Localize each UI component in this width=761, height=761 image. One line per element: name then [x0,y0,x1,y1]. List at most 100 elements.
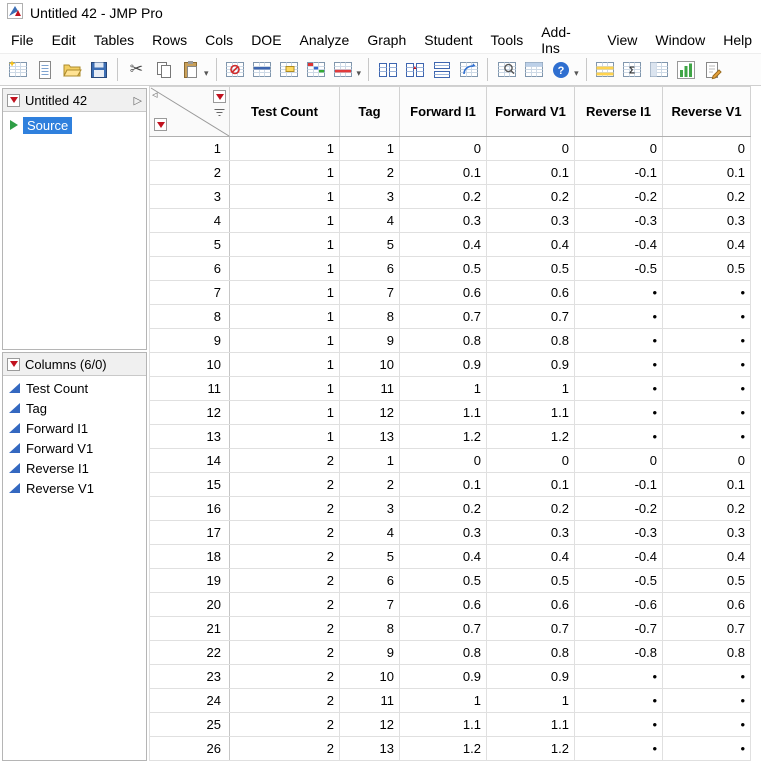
data-cell[interactable]: -0.7 [575,617,663,641]
data-cell[interactable]: 0 [400,449,487,473]
column-item[interactable]: Test Count [3,378,146,398]
menu-analyze[interactable]: Analyze [291,28,359,52]
data-cell[interactable]: • [575,353,663,377]
data-cell[interactable]: 9 [340,641,400,665]
row-number[interactable]: 15 [150,473,230,497]
data-cell[interactable]: 0.5 [663,569,751,593]
data-cell[interactable]: 0.2 [487,185,575,209]
help-icon[interactable]: ? [548,57,573,83]
data-cell[interactable]: • [575,377,663,401]
data-cell[interactable]: 0.9 [487,665,575,689]
data-cell[interactable]: -0.2 [575,497,663,521]
summary-table-icon[interactable]: Σ [620,57,645,83]
menu-rows[interactable]: Rows [143,28,196,52]
data-cell[interactable]: 0.1 [400,161,487,185]
data-cell[interactable]: 0.7 [400,305,487,329]
data-cell[interactable]: 1 [230,185,340,209]
data-cell[interactable]: 0.2 [487,497,575,521]
data-cell[interactable]: 1.1 [487,401,575,425]
data-cell[interactable]: 0.4 [400,545,487,569]
annotate-icon[interactable] [701,57,726,83]
data-cell[interactable]: • [663,281,751,305]
data-cell[interactable]: 1.2 [400,737,487,761]
data-cell[interactable]: 0.9 [400,353,487,377]
data-cell[interactable]: 0.1 [663,161,751,185]
data-cell[interactable]: 0 [487,137,575,161]
data-cell[interactable]: -0.5 [575,257,663,281]
transpose-table-icon[interactable] [456,57,481,83]
data-cell[interactable]: 1.1 [487,713,575,737]
table-menu-icon[interactable] [7,94,20,107]
row-number[interactable]: 8 [150,305,230,329]
data-cell[interactable]: 3 [340,185,400,209]
data-cell[interactable]: 0.2 [663,185,751,209]
menu-edit[interactable]: Edit [43,28,85,52]
row-number[interactable]: 13 [150,425,230,449]
menu-window[interactable]: Window [646,28,714,52]
data-cell[interactable]: 0 [663,449,751,473]
data-cell[interactable]: 0.5 [663,257,751,281]
row-number[interactable]: 20 [150,593,230,617]
column-item[interactable]: Forward I1 [3,418,146,438]
data-cell[interactable]: 0.6 [487,281,575,305]
row-number[interactable]: 23 [150,665,230,689]
data-cell[interactable]: • [575,737,663,761]
row-number[interactable]: 12 [150,401,230,425]
data-cell[interactable]: 1 [230,353,340,377]
run-script-icon[interactable] [10,120,18,130]
sort-filter-icon[interactable] [213,107,226,122]
data-cell[interactable]: 1.2 [487,737,575,761]
data-cell[interactable]: 0.7 [663,617,751,641]
data-cell[interactable]: 0.3 [663,521,751,545]
data-cell[interactable]: 10 [340,665,400,689]
data-cell[interactable]: 0.1 [663,473,751,497]
colorize-rows-icon[interactable] [304,57,329,83]
data-cell[interactable]: 0.9 [400,665,487,689]
toolbar-overflow-icon[interactable]: ▾ [357,68,362,79]
data-cell[interactable]: • [663,713,751,737]
data-cell[interactable]: • [663,329,751,353]
data-cell[interactable]: 5 [340,233,400,257]
data-cell[interactable]: 1 [230,137,340,161]
data-cell[interactable]: • [663,401,751,425]
column-header[interactable]: Tag [340,87,400,137]
data-cell[interactable]: 2 [230,737,340,761]
data-cell[interactable]: 0.7 [400,617,487,641]
data-cell[interactable]: 1 [230,233,340,257]
menu-view[interactable]: View [598,28,646,52]
data-cell[interactable]: 0.4 [663,233,751,257]
data-cell[interactable]: 2 [230,449,340,473]
data-cell[interactable]: -0.3 [575,521,663,545]
data-cell[interactable]: • [575,329,663,353]
data-cell[interactable]: 0.6 [400,593,487,617]
data-cell[interactable]: 2 [340,473,400,497]
data-cell[interactable]: -0.5 [575,569,663,593]
data-cell[interactable]: 0.4 [663,545,751,569]
data-cell[interactable]: 0.2 [400,497,487,521]
menu-tools[interactable]: Tools [482,28,533,52]
graph-builder-icon[interactable] [674,57,699,83]
data-cell[interactable]: • [575,305,663,329]
exclude-rows-icon[interactable] [223,57,248,83]
data-cell[interactable]: 0.1 [400,473,487,497]
row-number[interactable]: 18 [150,545,230,569]
data-cell[interactable]: • [663,689,751,713]
data-cell[interactable]: 0 [663,137,751,161]
data-cell[interactable]: 1.2 [400,425,487,449]
data-cell[interactable]: 0.5 [400,257,487,281]
data-cell[interactable]: 0.4 [400,233,487,257]
data-cell[interactable]: 1 [340,449,400,473]
data-cell[interactable]: -0.4 [575,233,663,257]
menu-tables[interactable]: Tables [85,28,143,52]
row-number[interactable]: 21 [150,617,230,641]
data-cell[interactable]: 11 [340,377,400,401]
column-header[interactable]: Forward I1 [400,87,487,137]
column-item[interactable]: Forward V1 [3,438,146,458]
data-cell[interactable]: 0.1 [487,473,575,497]
data-cell[interactable]: 0.3 [487,521,575,545]
columns-header-menu-icon[interactable] [213,90,226,103]
data-cell[interactable]: 1 [340,137,400,161]
row-number[interactable]: 7 [150,281,230,305]
data-cell[interactable]: 2 [230,593,340,617]
data-cell[interactable]: -0.1 [575,161,663,185]
